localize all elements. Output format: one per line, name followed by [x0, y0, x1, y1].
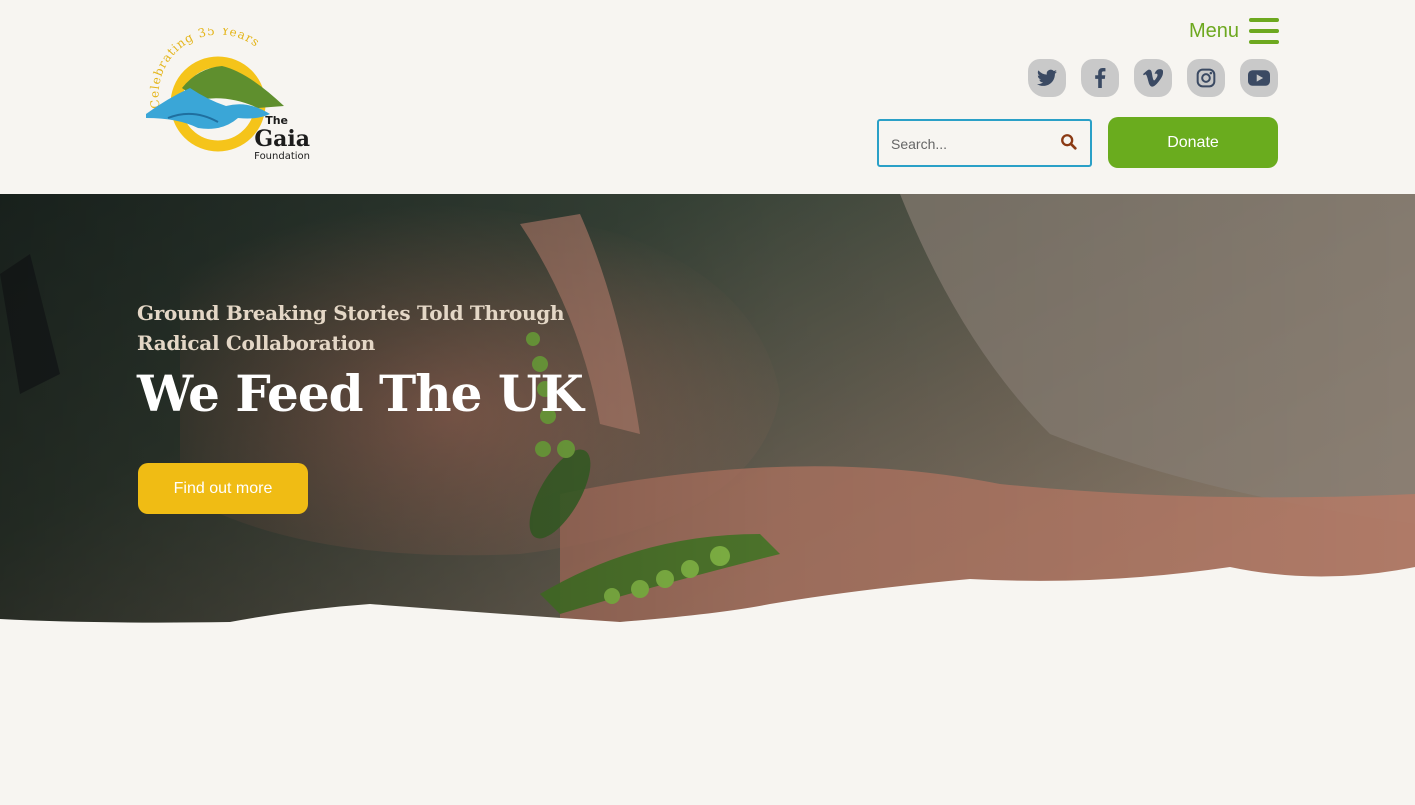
find-out-more-button[interactable]: Find out more [138, 463, 308, 514]
search-box [877, 119, 1092, 167]
hero-title: We Feed The UK [137, 364, 584, 423]
menu-label: Menu [1188, 19, 1239, 42]
search-input[interactable] [889, 133, 1049, 155]
social-links [1028, 59, 1278, 97]
youtube-link[interactable] [1240, 59, 1278, 97]
instagram-icon [1196, 68, 1216, 88]
vimeo-link[interactable] [1134, 59, 1172, 97]
logo-text-foundation: Foundation [254, 151, 310, 162]
youtube-icon [1248, 70, 1270, 86]
gaia-foundation-logo[interactable]: Celebrating 35 Years The Gaia Foundation [138, 28, 316, 168]
hamburger-icon [1249, 18, 1279, 44]
logo-text-gaia: Gaia [254, 126, 310, 152]
site-header: Celebrating 35 Years The Gaia Foundation… [0, 0, 1415, 194]
facebook-icon [1095, 68, 1106, 88]
search-icon[interactable] [1060, 133, 1078, 151]
facebook-link[interactable] [1081, 59, 1119, 97]
hero-banner: Ground Breaking Stories Told Through Rad… [0, 194, 1415, 624]
vimeo-icon [1143, 69, 1163, 87]
donate-button[interactable]: Donate [1108, 117, 1278, 168]
twitter-icon [1037, 69, 1057, 86]
twitter-link[interactable] [1028, 59, 1066, 97]
instagram-link[interactable] [1187, 59, 1225, 97]
menu-toggle[interactable]: Menu [1189, 18, 1279, 44]
hero-kicker: Ground Breaking Stories Told Through Rad… [137, 301, 565, 355]
